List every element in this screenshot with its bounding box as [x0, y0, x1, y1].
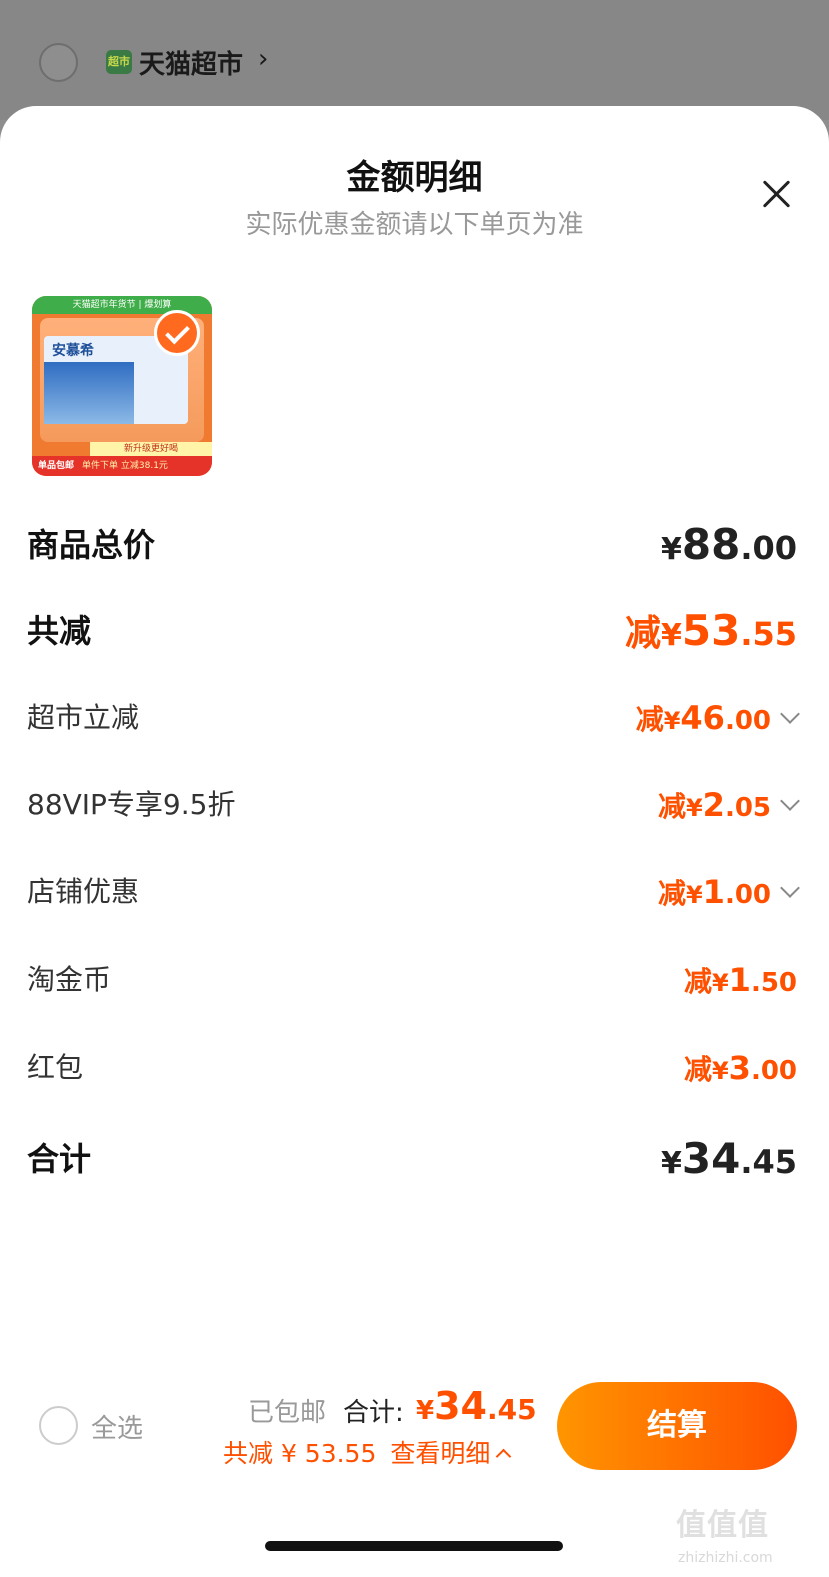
amount-decimal: .55 [740, 615, 797, 653]
store-name[interactable]: 天猫超市 [139, 44, 243, 81]
row-label: 合计 [27, 1140, 92, 1178]
amount-decimal: .00 [740, 529, 797, 567]
row-shop-discount[interactable]: 店铺优惠 减¥1.00 [27, 862, 800, 922]
product-package-art [44, 362, 134, 424]
currency-symbol: ¥ [685, 881, 703, 909]
product-promo-strip: 新升级更好喝 [90, 442, 212, 456]
selected-check-icon [154, 310, 200, 356]
row-total-price: 商品总价 ¥88.00 [27, 515, 797, 575]
store-header: 超市 天猫超市 › [0, 0, 829, 120]
row-amount: 减¥2.05 [657, 775, 800, 841]
row-label: 共减 [27, 612, 92, 650]
currency-symbol: ¥ [660, 618, 682, 653]
discount-prefix: 减 [635, 703, 664, 736]
row-label: 超市立减 [27, 701, 140, 734]
product-thumbnail[interactable]: 天猫超市年货节 | 爆划算 安慕希 新升级更好喝 单品包邮 单件下单 立减38.1… [32, 296, 212, 476]
discount-prefix: 减 [683, 965, 712, 998]
amount-decimal: .45 [740, 1143, 797, 1181]
chevron-up-icon[interactable] [496, 1448, 512, 1465]
amount-decimal: .05 [724, 793, 771, 823]
row-tao-coin: 淘金币 减¥1.50 [27, 950, 797, 1010]
currency-symbol: ¥ [685, 794, 703, 822]
currency-symbol: ¥ [711, 1057, 729, 1085]
chevron-down-icon[interactable] [780, 878, 800, 898]
row-amount: ¥34.45 [661, 1129, 797, 1198]
sheet-subtitle: 实际优惠金额请以下单页为准 [245, 210, 584, 240]
product-brand: 安慕希 [52, 343, 94, 359]
currency-symbol: ¥ [660, 532, 682, 567]
watermark-url: zhizhizhi.com [678, 1550, 773, 1566]
store-select-radio[interactable] [39, 43, 78, 82]
amount-integer: 46 [680, 699, 725, 737]
chevron-down-icon[interactable] [780, 791, 800, 811]
currency-symbol: ¥ [711, 969, 729, 997]
view-details-link[interactable]: 查看明细 [390, 1439, 490, 1468]
amount-decimal: .00 [724, 880, 771, 910]
row-vip-discount[interactable]: 88VIP专享9.5折 减¥2.05 [27, 775, 800, 835]
amount-integer: 2 [702, 786, 725, 824]
discount-prefix: 减 [683, 1053, 712, 1086]
row-amount: 减¥3.00 [684, 1038, 797, 1104]
amount-integer: 1 [728, 961, 751, 999]
chevron-right-icon[interactable]: › [258, 44, 268, 74]
amount-decimal: .45 [486, 1393, 537, 1426]
discount-prefix: 减 [657, 790, 686, 823]
row-amount: 减¥46.00 [635, 688, 800, 754]
watermark-logo: 值值值 [676, 1508, 769, 1543]
chevron-down-icon[interactable] [780, 704, 800, 724]
row-label: 红包 [27, 1051, 84, 1084]
amount-integer: 34 [434, 1384, 487, 1428]
discount-total-text: 共减 ¥ 53.55 [223, 1439, 377, 1468]
amount-detail-sheet: 金额明细 实际优惠金额请以下单页为准 天猫超市年货节 | 爆划算 安慕希 新升级… [0, 106, 829, 1577]
row-label: 商品总价 [27, 526, 156, 564]
row-amount: 减¥1.00 [657, 862, 800, 928]
amount-integer: 88 [681, 520, 741, 569]
tmall-market-logo-icon: 超市 [106, 50, 132, 74]
close-icon[interactable] [756, 174, 796, 214]
amount-decimal: .00 [724, 706, 771, 736]
total-amount: ¥34.45 [416, 1384, 537, 1428]
row-amount: 减¥1.50 [684, 950, 797, 1016]
product-bottom-banner: 单品包邮 单件下单 立减38.1元 [32, 456, 212, 476]
sheet-title: 金额明细 [346, 158, 483, 198]
shipping-status: 已包邮 [248, 1398, 327, 1428]
amount-integer: 34 [681, 1134, 741, 1183]
amount-integer: 3 [728, 1049, 751, 1087]
row-label: 淘金币 [27, 963, 112, 996]
currency-symbol: ¥ [416, 1396, 435, 1426]
amount-decimal: .00 [750, 1056, 797, 1086]
amount-integer: 53 [681, 606, 741, 655]
row-sum: 合计 ¥34.45 [27, 1129, 797, 1189]
product-instant-discount: 单件下单 立减38.1元 [82, 461, 168, 471]
discount-summary[interactable]: 共减 ¥ 53.55 查看明细 [223, 1434, 512, 1470]
home-indicator[interactable] [265, 1541, 563, 1551]
currency-symbol: ¥ [660, 1146, 682, 1181]
amount-decimal: .50 [750, 968, 797, 998]
checkout-button[interactable]: 结算 [557, 1382, 797, 1470]
total-label: 合计: [343, 1398, 404, 1428]
row-label: 店铺优惠 [27, 875, 140, 908]
currency-symbol: ¥ [663, 707, 681, 735]
row-amount: 减¥53.55 [625, 601, 797, 670]
discount-prefix: 减 [657, 877, 686, 910]
row-market-discount[interactable]: 超市立减 减¥46.00 [27, 688, 800, 748]
row-label: 88VIP专享9.5折 [27, 788, 236, 821]
product-free-shipping: 单品包邮 [38, 461, 75, 471]
row-total-discount: 共减 减¥53.55 [27, 601, 797, 661]
row-red-packet: 红包 减¥3.00 [27, 1038, 797, 1098]
select-all-label[interactable]: 全选 [91, 1408, 143, 1445]
row-amount: ¥88.00 [661, 515, 797, 584]
amount-integer: 1 [702, 873, 725, 911]
discount-prefix: 减 [624, 613, 661, 654]
select-all-radio[interactable] [39, 1406, 78, 1445]
